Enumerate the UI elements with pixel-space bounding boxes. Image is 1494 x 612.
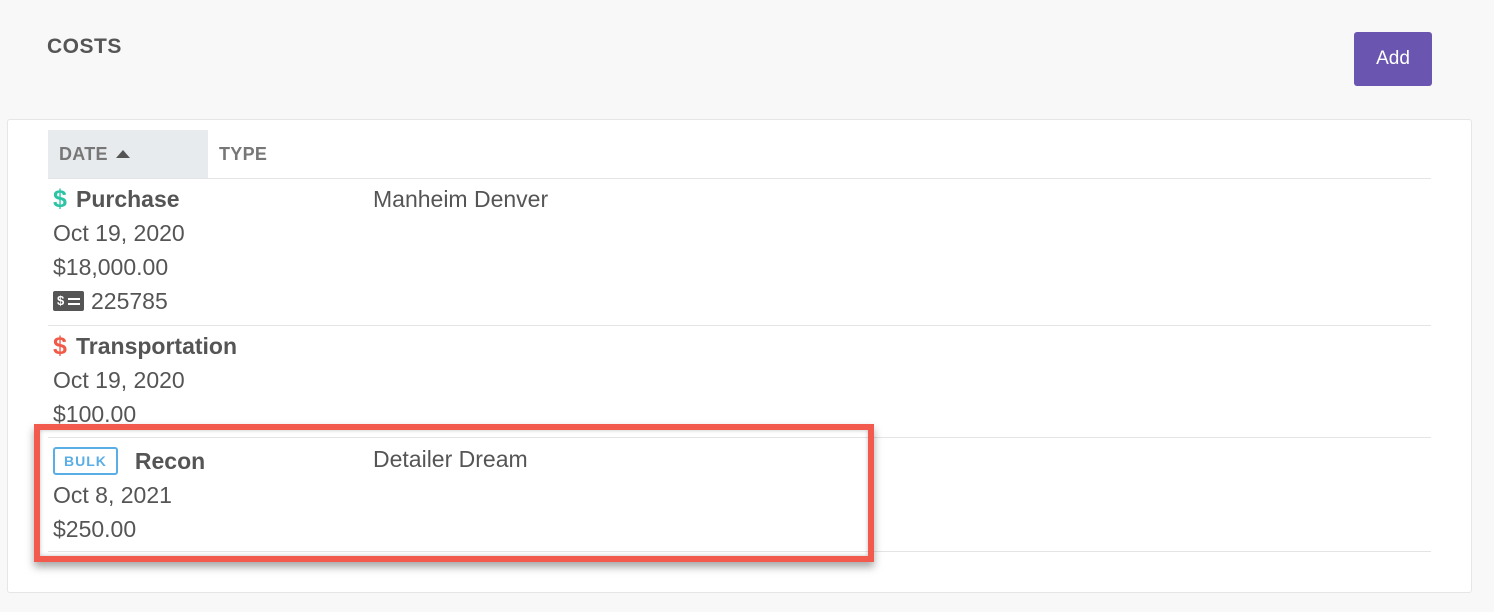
dollar-icon: $ [53, 185, 67, 213]
vendor-name: Detailer Dream [373, 446, 528, 472]
column-header-date-label: DATE [59, 144, 108, 164]
table-row[interactable]: $ Transportation Oct 19, 2020 $100.00 [48, 326, 1431, 438]
cost-kind: $ Purchase [53, 185, 180, 214]
bulk-badge: BULK [53, 447, 118, 475]
cost-amount: $100.00 [53, 401, 137, 427]
add-cost-button[interactable]: Add [1354, 32, 1432, 86]
cost-amount: $250.00 [53, 516, 137, 542]
cost-kind-label: Recon [134, 448, 206, 474]
column-header-type[interactable]: TYPE [219, 130, 267, 178]
section-title: COSTS [47, 35, 122, 58]
table-row[interactable]: BULK Recon Oct 8, 2021 $250.00 Detailer D… [48, 438, 1431, 552]
check-payment-icon: $ [53, 291, 84, 311]
dollar-icon: $ [53, 332, 67, 360]
table-header: DATE TYPE [48, 130, 1431, 179]
vendor-name: Manheim Denver [373, 186, 549, 212]
cost-amount: $18,000.00 [53, 254, 169, 280]
cost-kind: BULK Recon [53, 447, 205, 475]
cost-date: Oct 19, 2020 [53, 367, 185, 393]
table-row[interactable]: $ Purchase Oct 19, 2020 $18,000.00 $ 2257… [48, 179, 1431, 326]
cost-date: Oct 8, 2021 [53, 482, 172, 508]
sort-ascending-icon [115, 150, 130, 158]
cost-kind: $ Transportation [53, 332, 237, 361]
cost-kind-label: Purchase [76, 186, 180, 212]
check-number: $ 225785 [53, 288, 168, 315]
cost-kind-label: Transportation [76, 333, 238, 359]
costs-table-card: DATE TYPE $ Purchase Oct 19, 2020 $18,000… [7, 119, 1472, 593]
cost-date: Oct 19, 2020 [53, 220, 185, 246]
check-number-value: 225785 [91, 288, 168, 314]
column-header-date[interactable]: DATE [48, 130, 208, 178]
